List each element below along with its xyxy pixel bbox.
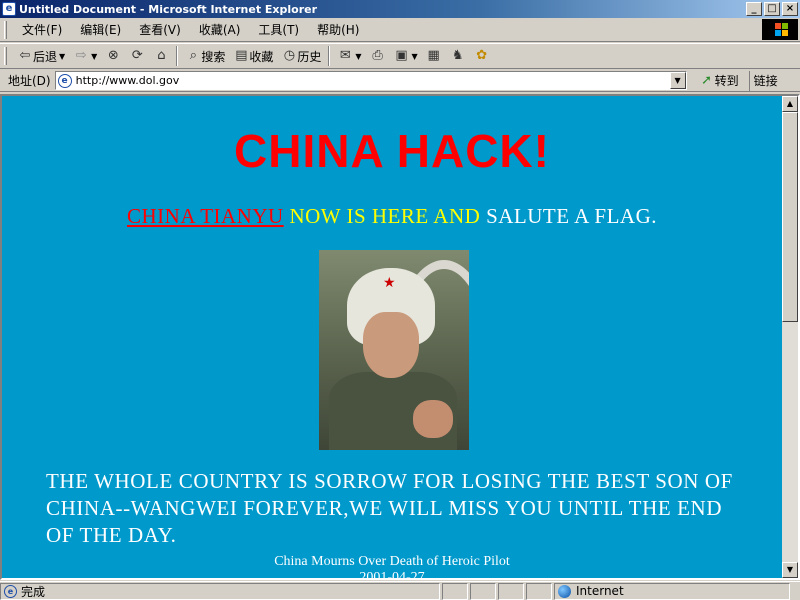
favorites-label: 收藏	[249, 49, 274, 64]
toolbar-separator	[176, 46, 179, 66]
scroll-up-button[interactable]: ▲	[782, 96, 798, 112]
page-tagline: CHINA TIANYU NOW IS HERE AND SALUTE A FL…	[2, 204, 782, 229]
page-done-icon: e	[4, 584, 17, 598]
ie-app-icon[interactable]: e	[2, 2, 16, 16]
close-button[interactable]: ×	[782, 2, 798, 16]
back-dropdown-icon[interactable]: ▼	[59, 52, 65, 61]
menu-tools[interactable]: 工具(T)	[249, 19, 308, 40]
history-button[interactable]: ◷ 历史	[277, 45, 325, 67]
research-button[interactable]: ♞	[446, 45, 470, 67]
page-headline: CHINA HACK!	[234, 125, 550, 177]
favorites-button[interactable]: ▤ 收藏	[229, 45, 277, 67]
home-button[interactable]: ⌂	[149, 45, 173, 67]
menu-bar: 文件(F) 编辑(E) 查看(V) 收藏(A) 工具(T) 帮助(H)	[0, 18, 800, 42]
caption-date: 2001-04-27	[359, 570, 425, 580]
security-zone-cell: Internet	[554, 582, 790, 600]
scroll-down-button[interactable]: ▼	[782, 562, 798, 578]
forward-arrow-icon: ⇨	[75, 48, 87, 63]
scroll-thumb[interactable]	[782, 112, 798, 322]
refresh-icon: ⟳	[131, 48, 143, 63]
status-progress-cell	[442, 582, 468, 600]
forward-dropdown-icon[interactable]: ▼	[91, 52, 97, 61]
mail-dropdown-icon[interactable]: ▼	[355, 52, 361, 61]
go-button[interactable]: ➚ 转到	[693, 71, 745, 91]
address-field[interactable]: e http://www.dol.gov ▼	[54, 71, 687, 90]
search-button[interactable]: ⌕ 搜索	[181, 45, 229, 67]
windows-logo-icon	[762, 19, 798, 40]
pilot-photo: ★	[319, 250, 469, 450]
photo-caption: China Mourns Over Death of Heroic Pilot …	[2, 554, 782, 580]
browser-viewport: CHINA HACK! CHINA TIANYU NOW IS HERE AND…	[0, 94, 800, 580]
address-label: 地址(D)	[8, 74, 51, 88]
edit-button[interactable]: ▣ ▼	[390, 45, 422, 67]
status-cell	[526, 582, 552, 600]
links-button[interactable]: 链接	[748, 70, 782, 91]
back-label: 后退	[33, 49, 58, 64]
forward-button[interactable]: ⇨ ▼	[69, 45, 101, 67]
edit-page-icon: ▣	[395, 48, 408, 63]
discuss-icon: ▦	[427, 48, 440, 63]
research-icon: ♞	[451, 48, 464, 63]
status-text-cell: e 完成	[0, 582, 440, 600]
address-dropdown-icon[interactable]: ▼	[669, 72, 686, 89]
mail-icon: ✉	[339, 48, 351, 63]
discuss-button[interactable]: ▦	[422, 45, 446, 67]
menu-help[interactable]: 帮助(H)	[308, 19, 368, 40]
messenger-icon: ✿	[476, 48, 488, 63]
menu-favorites[interactable]: 收藏(A)	[190, 19, 250, 40]
toolbar-separator	[328, 46, 331, 66]
standard-toolbar: ⇦ 后退 ▼ ⇨ ▼ ⊗ ⟳ ⌂ ⌕ 搜索 ▤ 收藏 ◷ 历史 ✉ ▼ ⎙ ▣ …	[0, 43, 800, 69]
stop-icon: ⊗	[107, 48, 119, 63]
home-icon: ⌂	[157, 48, 166, 63]
mail-button[interactable]: ✉ ▼	[333, 45, 365, 67]
go-label: 转到	[714, 74, 739, 88]
vertical-scrollbar[interactable]: ▲ ▼	[782, 96, 798, 578]
go-arrow-icon: ➚	[701, 72, 713, 88]
favorites-icon: ▤	[235, 48, 248, 63]
minimize-button[interactable]: _	[746, 2, 762, 16]
print-button[interactable]: ⎙	[366, 45, 390, 67]
history-icon: ◷	[283, 48, 296, 63]
history-label: 历史	[297, 49, 322, 64]
caption-title: China Mourns Over Death of Heroic Pilot	[274, 554, 510, 569]
search-label: 搜索	[201, 49, 226, 64]
toolbar-grip[interactable]	[4, 47, 7, 65]
internet-globe-icon	[558, 584, 571, 598]
back-arrow-icon: ⇦	[19, 48, 31, 63]
menu-grip[interactable]	[4, 20, 7, 39]
maximize-button[interactable]: □	[764, 2, 780, 16]
stop-button[interactable]: ⊗	[101, 45, 125, 67]
page-icon: e	[57, 73, 72, 88]
address-url[interactable]: http://www.dol.gov	[76, 74, 180, 87]
messenger-button[interactable]: ✿	[470, 45, 494, 67]
print-icon: ⎙	[372, 48, 383, 63]
edit-dropdown-icon[interactable]: ▼	[412, 52, 418, 61]
menu-edit[interactable]: 编辑(E)	[71, 19, 130, 40]
status-cell	[470, 582, 496, 600]
star-icon: ★	[383, 275, 396, 291]
window-title: Untitled Document - Microsoft Internet E…	[19, 2, 318, 16]
status-text: 完成	[21, 584, 46, 599]
tagline-link[interactable]: CHINA TIANYU	[127, 204, 284, 228]
tagline-text: SALUTE A FLAG.	[486, 204, 657, 228]
status-cell	[498, 582, 524, 600]
address-bar: 地址(D) e http://www.dol.gov ▼ ➚ 转到 链接	[0, 70, 800, 92]
title-bar: e Untitled Document - Microsoft Internet…	[0, 0, 800, 18]
menu-view[interactable]: 查看(V)	[130, 19, 190, 40]
back-button[interactable]: ⇦ 后退 ▼	[13, 45, 69, 67]
tagline-highlight: NOW IS HERE AND	[289, 204, 481, 228]
refresh-button[interactable]: ⟳	[125, 45, 149, 67]
status-bar: e 完成 Internet	[0, 581, 800, 600]
web-page: CHINA HACK! CHINA TIANYU NOW IS HERE AND…	[2, 96, 782, 578]
search-icon: ⌕	[189, 48, 197, 63]
zone-label: Internet	[576, 584, 624, 598]
menu-file[interactable]: 文件(F)	[13, 19, 71, 40]
tribute-text: THE WHOLE COUNTRY IS SORROW FOR LOSING T…	[46, 469, 733, 547]
